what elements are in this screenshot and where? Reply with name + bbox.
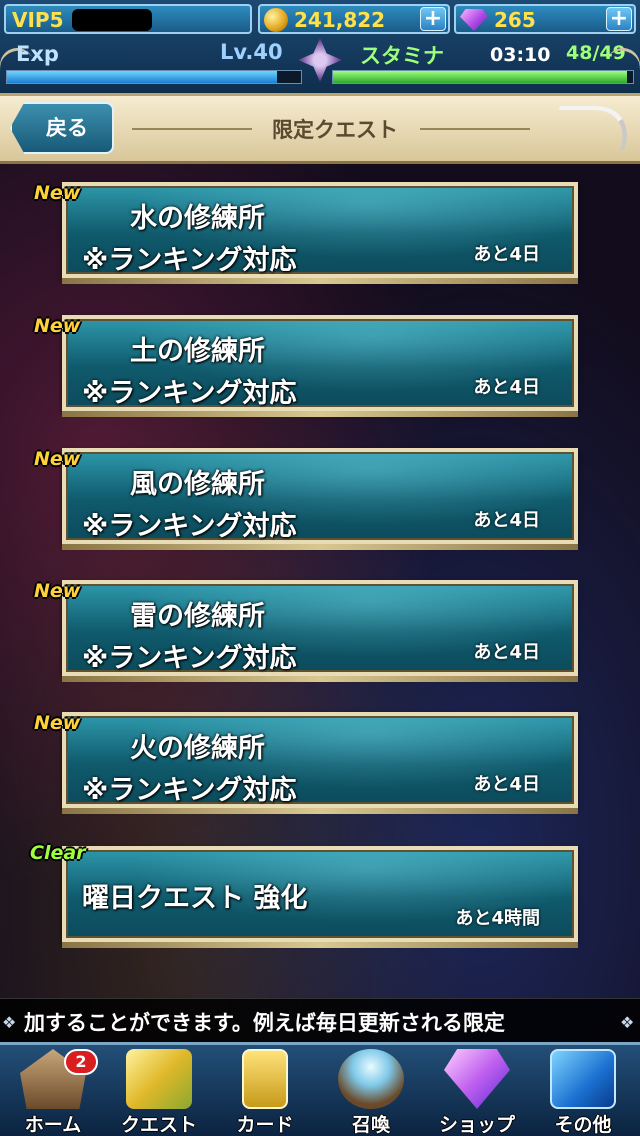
new-badge: New	[34, 448, 81, 470]
quest-item-water[interactable]: 水の修練所 ※ランキング対応 あと4日	[62, 182, 578, 284]
new-badge: New	[34, 712, 81, 734]
quest-name: 土の修練所	[130, 336, 265, 367]
page-title: 限定クエスト	[272, 118, 398, 142]
vip-label: VIP5	[12, 8, 64, 32]
quest-subtitle: ※ランキング対応	[82, 511, 297, 542]
ticker-ornament-left-icon: ❖	[2, 1013, 17, 1032]
nav-summon[interactable]: 召喚	[318, 1045, 424, 1136]
new-badge: New	[34, 182, 81, 204]
nav-label: カード	[236, 1114, 294, 1136]
coin-icon	[264, 8, 288, 32]
quest-time-remaining: あと4日	[473, 377, 540, 398]
nav-label: その他	[554, 1114, 612, 1136]
nav-label: クエスト	[120, 1114, 197, 1136]
quest-item-weekday[interactable]: 曜日クエスト 強化 あと4時間	[62, 846, 578, 948]
stamina-timer: 03:10	[490, 44, 551, 66]
wing-ornament-icon	[543, 106, 640, 150]
quest-time-remaining: あと4時間	[455, 908, 540, 929]
quest-subtitle: ※ランキング対応	[82, 378, 297, 409]
new-badge: New	[34, 315, 81, 337]
quest-name: 風の修練所	[130, 469, 265, 500]
quest-subtitle: ※ランキング対応	[82, 775, 297, 806]
quest-name: 火の修練所	[130, 733, 265, 764]
quest-item-thunder[interactable]: 雷の修練所 ※ランキング対応 あと4日	[62, 580, 578, 682]
player-name-redacted	[72, 9, 152, 31]
quest-item-wind[interactable]: 風の修練所 ※ランキング対応 あと4日	[62, 448, 578, 550]
vip-panel[interactable]: VIP5	[4, 4, 252, 34]
coin-count: 241,822	[294, 8, 386, 32]
quest-name: 水の修練所	[130, 203, 265, 234]
add-gems-button[interactable]: +	[606, 7, 632, 31]
stamina-label: スタミナ	[360, 44, 444, 68]
quest-time-remaining: あと4日	[473, 642, 540, 663]
cube-icon	[550, 1049, 616, 1109]
quest-subtitle: ※ランキング対応	[82, 245, 297, 276]
gem-panel: 265 +	[454, 4, 636, 34]
header-ornament-left	[132, 128, 252, 130]
header-ornament-right	[420, 128, 530, 130]
quest-time-remaining: あと4日	[473, 244, 540, 265]
summon-altar-icon	[338, 1049, 404, 1109]
quest-item-fire[interactable]: 火の修練所 ※ランキング対応 あと4日	[62, 712, 578, 814]
quest-subtitle: ※ランキング対応	[82, 643, 297, 674]
ticker-ornament-right-icon: ❖	[620, 1013, 635, 1032]
level-label: Lv.40	[220, 40, 283, 64]
stamina-bar-fill	[333, 71, 627, 83]
ticker-text: 加することができます。例えば毎日更新される限定	[24, 1011, 505, 1035]
page-header: 戻る 限定クエスト	[0, 96, 640, 164]
quest-time-remaining: あと4日	[473, 510, 540, 531]
coin-panel: 241,822 +	[258, 4, 450, 34]
new-badge: New	[34, 580, 81, 602]
status-bar: VIP5 241,822 + 265 + Exp Lv.40 スタミナ 03:1…	[0, 0, 640, 96]
back-button[interactable]: 戻る	[10, 102, 114, 154]
quest-name: 雷の修練所	[130, 601, 265, 632]
gem-count: 265	[494, 8, 536, 32]
quest-time-remaining: あと4日	[473, 774, 540, 795]
nav-label: 召喚	[351, 1114, 390, 1136]
card-icon	[242, 1049, 288, 1109]
nav-label: ショップ	[438, 1114, 515, 1136]
gem-icon	[460, 9, 488, 31]
nav-quest[interactable]: クエスト	[106, 1045, 212, 1136]
quest-name: 曜日クエスト 強化	[82, 883, 308, 914]
nav-home[interactable]: 2 ホーム	[0, 1045, 106, 1136]
news-ticker: ❖ 加することができます。例えば毎日更新される限定 ❖	[0, 998, 640, 1042]
add-coins-button[interactable]: +	[420, 7, 446, 31]
nav-label: ホーム	[24, 1114, 82, 1136]
quest-item-earth[interactable]: 土の修練所 ※ランキング対応 あと4日	[62, 315, 578, 417]
exp-label: Exp	[16, 42, 59, 66]
notification-badge: 2	[64, 1049, 98, 1075]
exp-bar-fill	[7, 71, 278, 83]
nav-shop[interactable]: ショップ	[424, 1045, 530, 1136]
stamina-bar	[332, 70, 634, 84]
nav-other[interactable]: その他	[530, 1045, 636, 1136]
bottom-nav: 2 ホーム クエスト カード 召喚 ショップ その他	[0, 1042, 640, 1136]
exp-bar	[6, 70, 302, 84]
gem-shop-icon	[444, 1049, 510, 1109]
scroll-map-icon	[126, 1049, 192, 1109]
clear-badge: Clear	[30, 842, 86, 864]
nav-card[interactable]: カード	[212, 1045, 318, 1136]
